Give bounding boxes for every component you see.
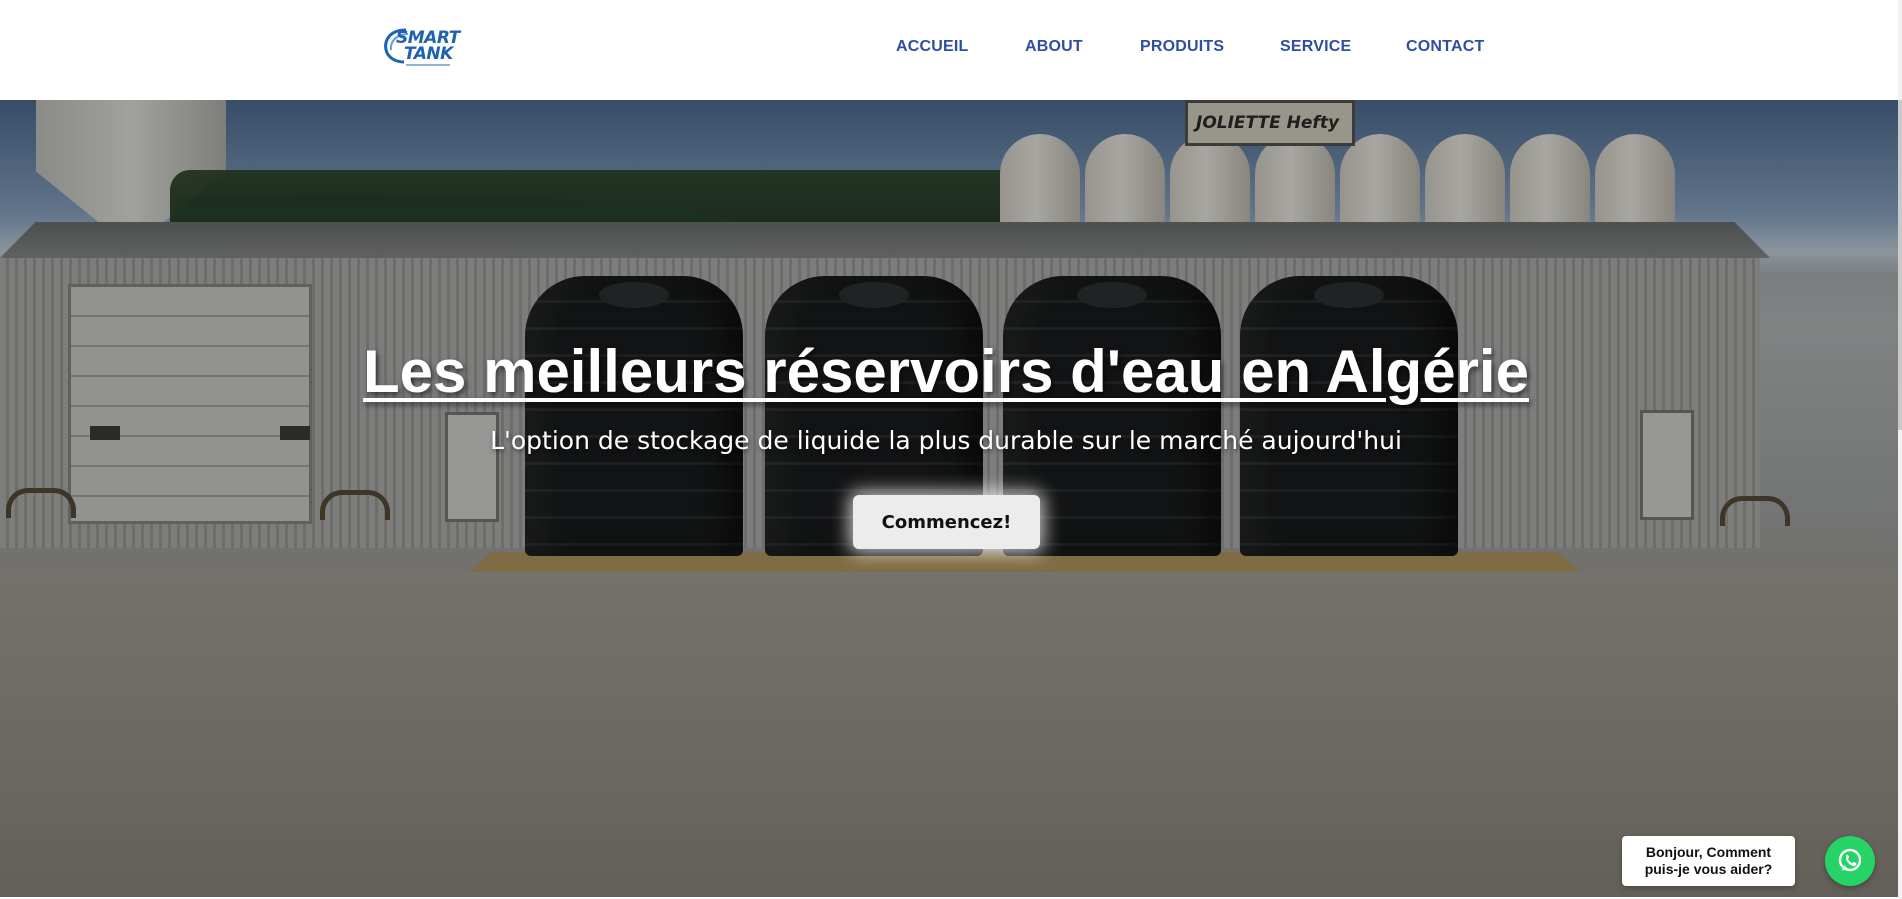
hero-title: Les meilleurs réservoirs d'eau en Algéri…	[363, 338, 1529, 405]
chat-greeting-text: Bonjour, Comment puis-je vous aider?	[1644, 844, 1773, 877]
chat-greeting-bubble[interactable]: Bonjour, Comment puis-je vous aider?	[1622, 836, 1795, 886]
nav-item-accueil[interactable]: ACCUEIL	[896, 38, 969, 56]
scrollbar-thumb[interactable]	[1898, 100, 1902, 430]
nav-item-contact[interactable]: CONTACT	[1406, 38, 1484, 56]
whatsapp-chat-button[interactable]	[1825, 836, 1875, 886]
nav-item-about[interactable]: ABOUT	[1025, 38, 1083, 56]
hero-subtitle: L'option de stockage de liquide la plus …	[490, 426, 1402, 455]
page-scrollbar[interactable]	[1898, 0, 1902, 899]
site-header: SMART TANK ACCUEIL ABOUT PRODUITS SERVIC…	[0, 0, 1898, 100]
main-nav: ACCUEIL ABOUT PRODUITS SERVICE CONTACT	[0, 38, 1898, 60]
hero-section: JOLIETTE Hefty Les meilleurs réservoirs …	[0, 100, 1898, 897]
logo-tagline-line	[406, 64, 450, 66]
nav-item-service[interactable]: SERVICE	[1280, 38, 1351, 56]
whatsapp-icon	[1838, 848, 1862, 872]
nav-item-produits[interactable]: PRODUITS	[1140, 38, 1224, 56]
get-started-button[interactable]: Commencez!	[853, 495, 1040, 549]
